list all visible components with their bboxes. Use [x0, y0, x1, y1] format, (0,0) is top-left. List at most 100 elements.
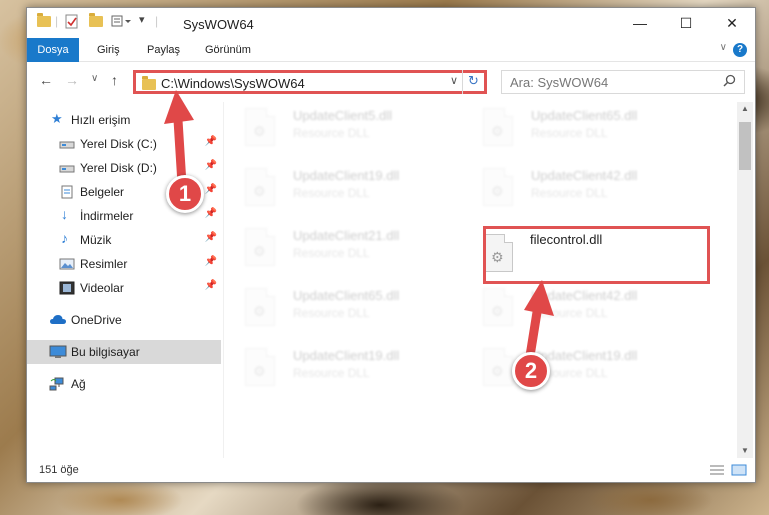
file-item[interactable]: ⚙ UpdateClient21.dll Resource DLL [225, 222, 455, 278]
up-arrow-icon[interactable]: ↑ [111, 72, 118, 88]
file-name: UpdateClient21.dll [293, 228, 400, 243]
separator: | [155, 14, 159, 28]
file-name: UpdateClient42.dll [531, 168, 638, 183]
recent-locations-icon[interactable]: ∨ [91, 73, 98, 84]
music-icon: ♪ [61, 230, 68, 246]
sidebar-item-videos[interactable]: Videolar 📌 [27, 276, 221, 300]
tab-view[interactable]: Görünüm [205, 38, 251, 62]
properties-icon[interactable] [65, 14, 79, 30]
arrow-2-icon [524, 280, 554, 357]
expand-ribbon-icon[interactable]: ∨ [720, 42, 727, 53]
gear-icon: ⚙ [491, 123, 504, 139]
item-count: 151 öğe [39, 464, 79, 476]
sidebar-item-label: Resimler [80, 257, 128, 271]
sidebar-item-label: İndirmeler [80, 209, 134, 223]
file-name: UpdateClient19.dll [293, 348, 400, 363]
sidebar-item-onedrive[interactable]: OneDrive [27, 308, 221, 332]
maximize-button[interactable]: ☐ [663, 8, 709, 38]
pin-icon[interactable]: 📌 [205, 232, 217, 243]
file-item[interactable]: ⚙ UpdateClient42.dll Resource DLL [463, 282, 693, 338]
ribbon-tabs: Dosya Giriş Paylaş Görünüm ∨ ? [27, 38, 755, 62]
documents-icon [61, 185, 75, 199]
vertical-scrollbar[interactable]: ▲ ▼ [737, 102, 753, 458]
dll-file-icon: ⚙ [245, 348, 275, 386]
file-item[interactable]: ⚙ UpdateClient19.dll Resource DLL [225, 342, 455, 398]
star-icon: ★ [51, 111, 63, 126]
network-icon [49, 377, 64, 391]
dll-file-icon: ⚙ [483, 108, 513, 146]
file-type: Resource DLL [293, 246, 370, 260]
tab-share[interactable]: Paylaş [147, 38, 180, 62]
drive-icon [59, 137, 75, 151]
dll-file-icon: ⚙ [245, 108, 275, 146]
gear-icon: ⚙ [253, 123, 266, 139]
drive-icon [59, 161, 75, 175]
sidebar-item-label: Müzik [80, 233, 112, 247]
sidebar-item-this-pc[interactable]: Bu bilgisayar [27, 340, 221, 364]
status-bar: 151 öğe [27, 460, 755, 482]
new-folder-icon[interactable] [89, 13, 103, 32]
gear-icon: ⚙ [253, 363, 266, 379]
pictures-icon [59, 257, 75, 271]
sidebar-item-music[interactable]: ♪ Müzik 📌 [27, 228, 221, 252]
pin-icon[interactable]: 📌 [205, 208, 217, 219]
title-bar: | ▾ | SysWOW64 — ☐ ✕ [27, 8, 755, 38]
file-item[interactable]: ⚙ UpdateClient42.dll Resource DLL [463, 162, 693, 218]
file-name: UpdateClient65.dll [531, 108, 638, 123]
file-item[interactable]: ⚙ UpdateClient19.dll Resource DLL [463, 342, 693, 398]
sidebar-item-network[interactable]: Ağ [27, 372, 221, 396]
gear-icon: ⚙ [491, 303, 504, 319]
file-type: Resource DLL [293, 366, 370, 380]
file-type: Resource DLL [293, 306, 370, 320]
search-icon[interactable] [723, 74, 736, 90]
qa-dropdown-icon[interactable]: ▾ [139, 13, 145, 29]
folder-icon [37, 13, 51, 32]
dll-file-icon: ⚙ [483, 348, 513, 386]
cloud-icon [49, 313, 66, 327]
scroll-up-icon[interactable]: ▲ [737, 102, 753, 116]
gear-icon: ⚙ [253, 243, 266, 259]
file-type: Resource DLL [293, 126, 370, 140]
address-row: ← → ∨ ↑ C:\Windows\SysWOW64 ∨ ↻ Ara: Sys… [27, 66, 755, 96]
folder-icon [142, 76, 156, 90]
sidebar-item-label: Ağ [71, 377, 86, 391]
download-icon: ↓ [61, 206, 68, 222]
chevron-down-icon[interactable]: ∨ [450, 74, 458, 87]
dll-file-icon: ⚙ [483, 168, 513, 206]
dll-file-icon: ⚙ [245, 288, 275, 326]
search-input[interactable]: Ara: SysWOW64 [501, 70, 745, 94]
file-type: Resource DLL [531, 126, 608, 140]
file-item[interactable]: ⚙ UpdateClient5.dll Resource DLL [225, 102, 455, 158]
computer-icon [49, 345, 67, 359]
sidebar-item-label: Yerel Disk (D:) [80, 161, 157, 175]
details-view-icon[interactable] [709, 464, 725, 476]
sidebar-item-label: OneDrive [71, 313, 122, 327]
sidebar-item-label: Yerel Disk (C:) [80, 137, 157, 151]
large-icons-view-icon[interactable] [731, 464, 747, 476]
customize-qa-icon[interactable] [111, 14, 133, 30]
tab-home[interactable]: Giriş [97, 38, 120, 62]
window-title: SysWOW64 [183, 17, 254, 32]
forward-arrow-icon[interactable]: → [65, 72, 79, 88]
file-name: UpdateClient65.dll [293, 288, 400, 303]
help-button[interactable]: ? [733, 43, 747, 57]
close-button[interactable]: ✕ [709, 8, 755, 38]
dll-file-icon: ⚙ [245, 168, 275, 206]
scroll-down-icon[interactable]: ▼ [737, 444, 753, 458]
pin-icon[interactable]: 📌 [205, 280, 217, 291]
back-arrow-icon[interactable]: ← [39, 72, 53, 88]
scrollbar-thumb[interactable] [739, 122, 751, 170]
minimize-button[interactable]: — [617, 8, 663, 38]
tab-file[interactable]: Dosya [27, 38, 79, 62]
dll-file-icon: ⚙ [245, 228, 275, 266]
search-placeholder: Ara: SysWOW64 [510, 75, 609, 90]
sidebar-item-pictures[interactable]: Resimler 📌 [27, 252, 221, 276]
gear-icon: ⚙ [491, 363, 504, 379]
refresh-icon[interactable]: ↻ [462, 70, 484, 94]
file-item[interactable]: ⚙ UpdateClient65.dll Resource DLL [225, 282, 455, 338]
sidebar-item-label: Videolar [80, 281, 124, 295]
file-item[interactable]: ⚙ UpdateClient65.dll Resource DLL [463, 102, 693, 158]
file-item[interactable]: ⚙ UpdateClient19.dll Resource DLL [225, 162, 455, 218]
separator: | [55, 14, 59, 28]
pin-icon[interactable]: 📌 [205, 256, 217, 267]
